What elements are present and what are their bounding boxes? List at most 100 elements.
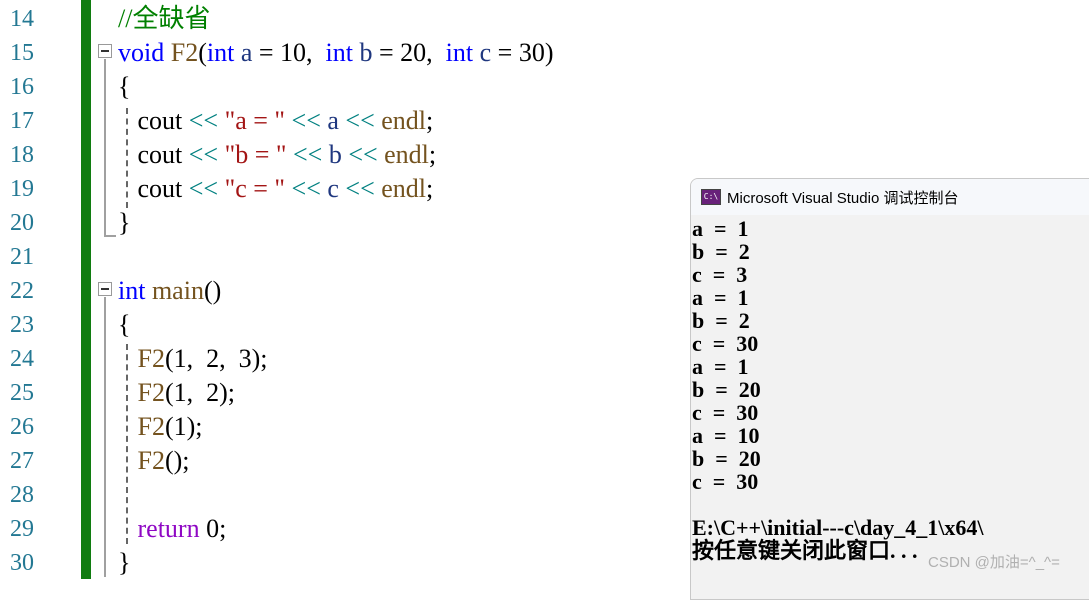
vs-console-icon: C:\ <box>701 189 721 205</box>
code-line[interactable]: //全缺省 <box>118 2 210 36</box>
code-line[interactable]: cout << "b = " << b << endl; <box>118 138 437 172</box>
line-number: 22 <box>10 278 34 304</box>
code-line[interactable]: F2(1); <box>118 410 203 444</box>
code-line[interactable]: { <box>118 70 130 104</box>
code-line[interactable]: cout << "c = " << c << endl; <box>118 172 434 206</box>
code-line[interactable]: return 0; <box>118 512 227 546</box>
line-number: 29 <box>10 516 34 542</box>
line-number: 23 <box>10 312 34 338</box>
code-token: (1, 2, 3); <box>164 344 268 373</box>
line-number: 26 <box>10 414 34 440</box>
watermark: CSDN @加油=^_^= <box>928 554 1060 571</box>
code-token: b <box>359 38 373 67</box>
code-token: << <box>188 106 219 135</box>
code-line[interactable]: F2(1, 2); <box>118 376 236 410</box>
code-token: { <box>118 310 131 339</box>
code-token: cout <box>118 106 189 135</box>
console-line: b = 20 <box>692 446 761 471</box>
line-number: 17 <box>10 108 34 134</box>
debug-console-window[interactable]: C:\ Microsoft Visual Studio 调试控制台 a = 1b… <box>690 178 1089 600</box>
code-token: } <box>118 548 131 577</box>
code-token: ; <box>426 106 434 135</box>
console-line: c = 30 <box>692 400 759 425</box>
code-token: F2 <box>137 412 165 441</box>
code-token: << <box>188 140 219 169</box>
code-token: ; <box>428 140 437 169</box>
code-token: F2 <box>137 446 165 475</box>
console-title: Microsoft Visual Studio 调试控制台 <box>727 189 959 207</box>
line-number: 14 <box>10 6 34 32</box>
code-line[interactable]: { <box>118 308 130 342</box>
code-line[interactable]: F2(1, 2, 3); <box>118 342 268 376</box>
code-token: () <box>203 276 222 305</box>
line-number: 21 <box>10 244 34 270</box>
console-output: a = 1b = 2c = 3a = 1b = 2c = 30 a = 1b = … <box>691 215 1089 562</box>
code-token: void <box>118 38 165 67</box>
collapse-icon[interactable] <box>98 44 112 58</box>
console-line: a = 1 <box>692 354 749 379</box>
console-line: b = 2 <box>692 308 750 333</box>
code-token: c <box>327 174 339 203</box>
code-token: "c = " <box>224 174 286 203</box>
code-token: endl <box>381 174 426 203</box>
code-token: << <box>292 140 323 169</box>
code-token: << <box>291 174 321 203</box>
line-number: 15 <box>10 40 34 66</box>
collapse-icon[interactable] <box>98 282 112 296</box>
code-token: = <box>252 38 281 67</box>
code-token: << <box>291 106 321 135</box>
code-token: ; <box>426 174 434 203</box>
line-number: 28 <box>10 482 34 508</box>
code-token: 20 <box>400 38 427 67</box>
code-line[interactable]: cout << "a = " << a << endl; <box>118 104 434 138</box>
line-number: 30 <box>10 550 34 576</box>
code-token: "b = " <box>224 140 287 169</box>
line-number-gutter: 14 15 16 17 18 19 20 21 22 23 24 25 26 27 28 29 30 <box>0 0 80 579</box>
code-token: F2 <box>137 378 165 407</box>
line-number: 24 <box>10 346 34 372</box>
console-line: c = 30 <box>692 469 759 494</box>
code-token: int <box>118 276 146 305</box>
code-token: (1); <box>164 412 203 441</box>
code-token: return <box>137 514 200 543</box>
console-line: E:\C++\initial---c\day_4_1\x64\ <box>692 515 984 540</box>
code-line[interactable]: } <box>118 546 130 580</box>
line-number: 20 <box>10 210 34 236</box>
code-token: a <box>240 38 253 67</box>
console-line: c = 30 <box>692 331 759 356</box>
code-token: << <box>345 106 375 135</box>
code-token: //全缺省 <box>118 4 211 33</box>
console-line: c = 3 <box>692 262 748 287</box>
code-line[interactable]: int main() <box>118 274 221 308</box>
code-line[interactable]: F2(); <box>118 444 190 478</box>
console-titlebar[interactable]: C:\ Microsoft Visual Studio 调试控制台 <box>691 179 1089 215</box>
code-token: main <box>151 276 204 305</box>
code-token: 30 <box>518 38 545 67</box>
code-line[interactable]: void F2(int a = 10, int b = 20, int c = … <box>118 36 554 70</box>
code-token: a <box>327 106 339 135</box>
code-token: cout <box>118 174 189 203</box>
line-number: 25 <box>10 380 34 406</box>
code-token: = <box>491 38 519 67</box>
change-tracking-bar <box>81 0 91 579</box>
code-token: ( <box>198 38 207 67</box>
console-line: b = 20 <box>692 377 761 402</box>
console-line: a = 1 <box>692 285 749 310</box>
code-token: c <box>479 38 492 67</box>
code-token: (); <box>164 446 190 475</box>
fold-guide-end <box>104 235 116 237</box>
console-line: b = 2 <box>692 239 750 264</box>
code-token: 10 <box>280 38 307 67</box>
line-number: 27 <box>10 448 34 474</box>
code-token: } <box>118 208 131 237</box>
code-token: "a = " <box>224 106 286 135</box>
line-number: 19 <box>10 176 34 202</box>
code-line[interactable]: } <box>118 206 130 240</box>
code-token: { <box>118 72 131 101</box>
